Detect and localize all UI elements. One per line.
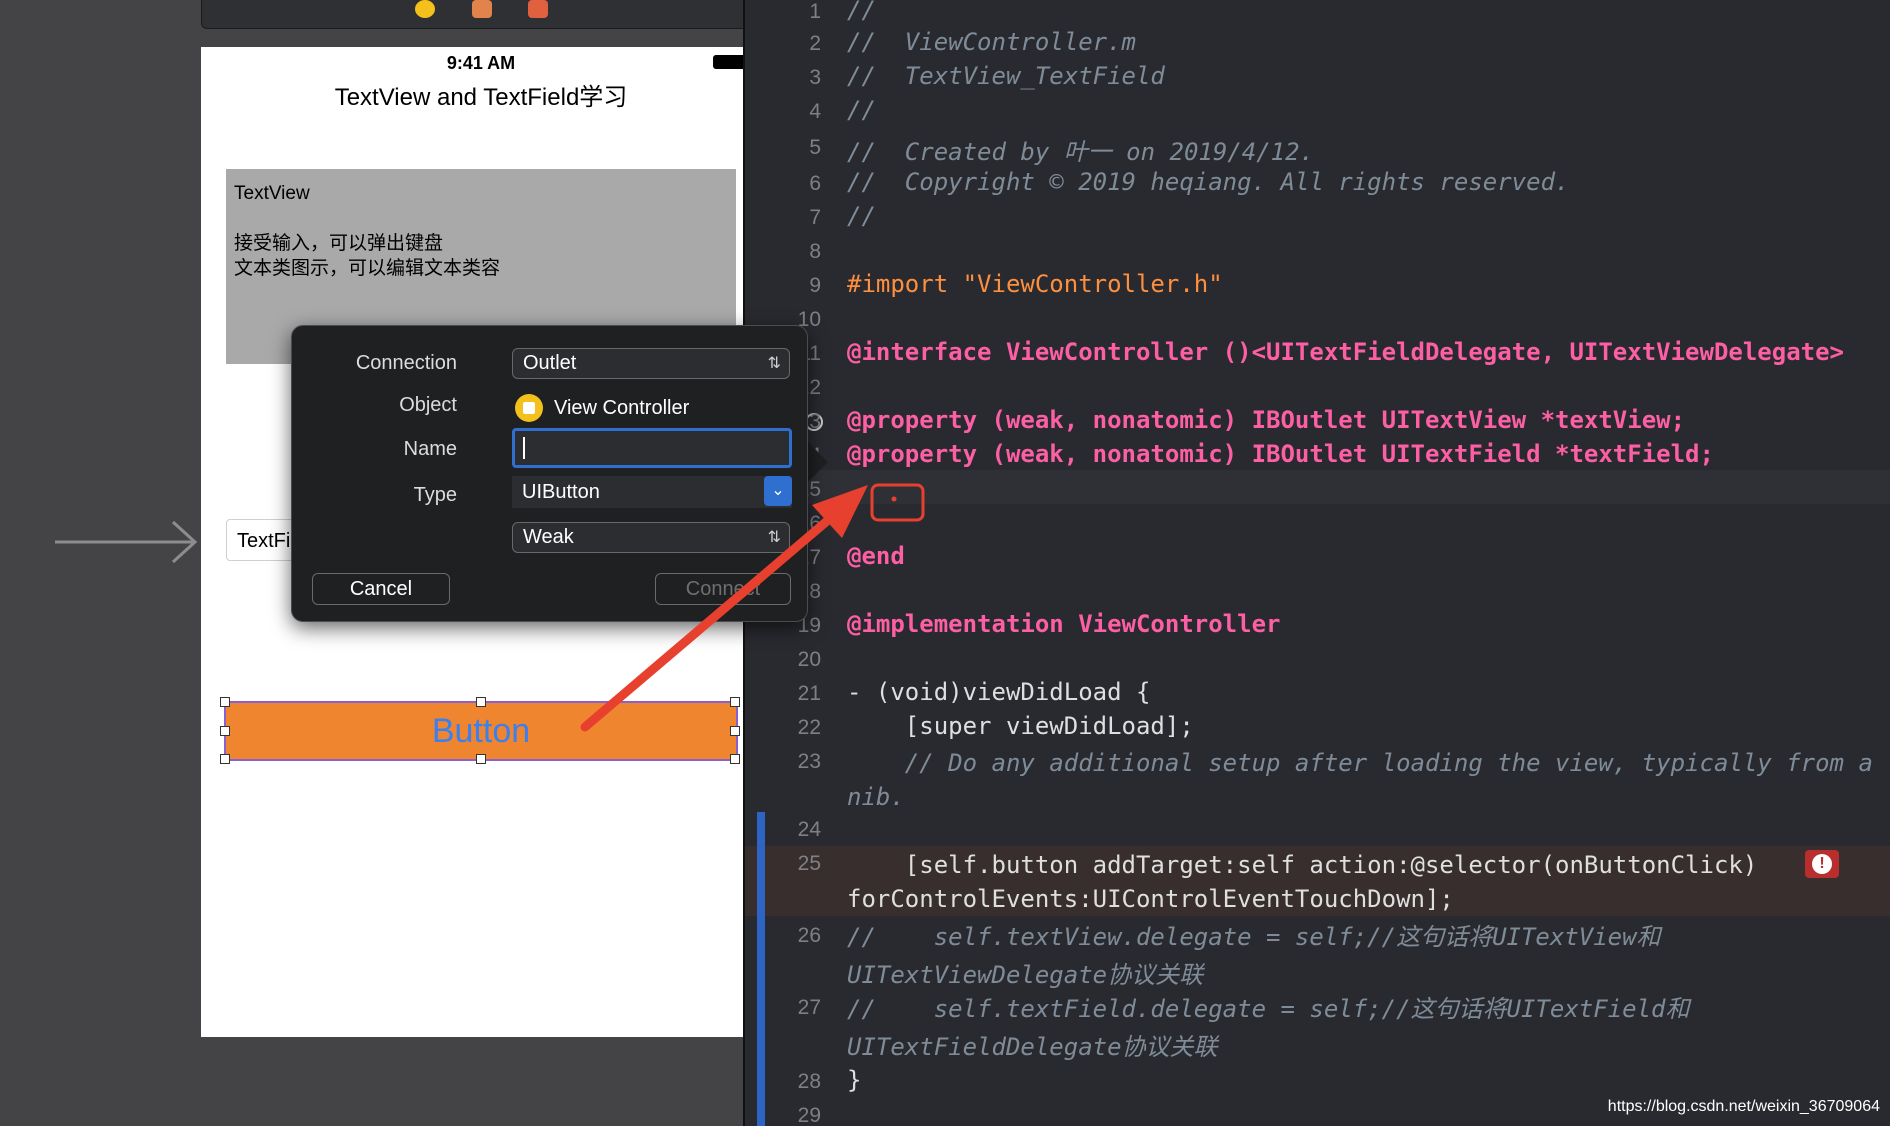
resize-handle[interactable] — [730, 697, 740, 707]
outlet-connection-popover: Connection Outlet ⇅ Object View Controll… — [291, 325, 808, 622]
code-line: @end — [847, 542, 905, 570]
code-line: [super viewDidLoad]; — [847, 712, 1194, 740]
error-badge[interactable]: ! — [1805, 850, 1839, 878]
code-line: } — [847, 1066, 862, 1094]
code-line-error: [self.button addTarget:self action:@sele… — [847, 851, 1772, 913]
connection-label: Connection — [355, 352, 457, 374]
code-line: // — [847, 0, 876, 24]
text-view-line: 接受输入，可以弹出键盘 — [234, 233, 444, 254]
connect-button[interactable]: Connect — [655, 573, 791, 605]
status-bar-time: 9:41 AM — [446, 53, 516, 73]
code-line: @property (weak, nonatomic) IBOutlet UIT… — [847, 406, 1686, 434]
code-line: #import "ViewController.h" — [847, 270, 1223, 298]
popover-arrow — [806, 440, 828, 484]
line-number: 5 — [809, 136, 821, 159]
exit-icon[interactable] — [528, 0, 548, 18]
resize-handle[interactable] — [220, 754, 230, 764]
resize-handle[interactable] — [476, 754, 486, 764]
code-line: // — [847, 202, 876, 230]
code-line: // self.textField.delegate = self;//这句话将… — [847, 995, 1690, 1061]
code-line: // Copyright © 2019 heqiang. All rights … — [847, 168, 1570, 196]
code-line: // Do any additional setup after loading… — [847, 749, 1888, 811]
line-number: 22 — [797, 716, 821, 739]
object-label: Object — [399, 394, 457, 416]
code-line: // ViewController.m — [847, 28, 1136, 56]
code-line: @implementation ViewController — [847, 610, 1281, 638]
text-view-blank-line — [234, 206, 728, 231]
code-line: - (void)viewDidLoad { — [847, 678, 1151, 706]
scene-dock — [201, 0, 745, 29]
initial-view-controller-arrow-icon — [55, 520, 198, 564]
text-view-line: 文本类图示，可以编辑文本类容 — [234, 258, 501, 279]
view-controller-icon[interactable] — [415, 0, 435, 18]
code-editor[interactable]: 1 2 3 4 5 6 7 8 9 10 11 12 13 14 15 16 1… — [745, 0, 1890, 1126]
resize-handle[interactable] — [476, 697, 486, 707]
cancel-button[interactable]: Cancel — [312, 573, 450, 605]
selected-button[interactable]: Button — [220, 697, 740, 764]
line-number: 1 — [809, 0, 821, 23]
resize-handle[interactable] — [730, 754, 740, 764]
line-number: 25 — [797, 852, 821, 875]
first-responder-icon[interactable] — [472, 0, 492, 18]
stepper-arrows-icon: ⇅ — [767, 529, 781, 546]
line-number: 26 — [797, 924, 821, 947]
line-number: 23 — [797, 750, 821, 773]
resize-handle[interactable] — [730, 726, 740, 736]
line-number: 8 — [809, 240, 821, 263]
type-combobox[interactable]: UIButton ⌄ — [512, 476, 792, 508]
resize-handle[interactable] — [220, 726, 230, 736]
code-line: // self.textView.delegate = self;//这句话将U… — [847, 923, 1661, 989]
line-number: 28 — [797, 1070, 821, 1093]
line-number: 3 — [809, 66, 821, 89]
line-number: 21 — [797, 682, 821, 705]
name-input[interactable] — [512, 428, 792, 468]
code-line: @interface ViewController ()<UITextField… — [847, 338, 1844, 366]
object-value: View Controller — [554, 397, 690, 419]
name-label: Name — [403, 438, 457, 460]
line-number: 2 — [809, 32, 821, 55]
battery-icon — [713, 55, 745, 69]
type-label: Type — [413, 484, 457, 506]
line-number: 20 — [797, 648, 821, 671]
button-label: Button — [431, 712, 531, 750]
line-number: 29 — [797, 1104, 821, 1126]
stepper-arrows-icon: ⇅ — [767, 355, 781, 372]
line-number: 4 — [809, 100, 821, 123]
view-controller-icon — [515, 394, 543, 422]
current-line-highlight — [745, 470, 1890, 504]
text-caret — [523, 437, 525, 459]
code-line: // — [847, 96, 876, 124]
storage-value: Weak — [523, 526, 574, 548]
watermark-text: https://blog.csdn.net/weixin_36709064 — [1607, 1098, 1880, 1115]
navigation-title: TextView and TextField学习 — [334, 84, 628, 111]
error-exclamation-icon: ! — [1812, 854, 1832, 874]
code-line: @property (weak, nonatomic) IBOutlet UIT… — [847, 440, 1714, 468]
code-line: // Created by 叶一 on 2019/4/12. — [847, 138, 1315, 166]
resize-handle[interactable] — [220, 697, 230, 707]
code-line: // TextView_TextField — [847, 62, 1165, 90]
chevron-down-icon[interactable]: ⌄ — [764, 476, 792, 506]
line-number: 9 — [809, 274, 821, 297]
storage-select[interactable]: Weak ⇅ — [512, 522, 790, 553]
line-number: 7 — [809, 206, 821, 229]
line-number: 24 — [797, 818, 821, 841]
text-field-text: TextFi — [237, 530, 291, 552]
line-number: 6 — [809, 172, 821, 195]
type-value: UIButton — [522, 481, 600, 503]
connection-value: Outlet — [523, 352, 577, 374]
connection-select[interactable]: Outlet ⇅ — [512, 348, 790, 379]
line-number: 27 — [797, 996, 821, 1019]
text-view-line: TextView — [234, 183, 310, 204]
